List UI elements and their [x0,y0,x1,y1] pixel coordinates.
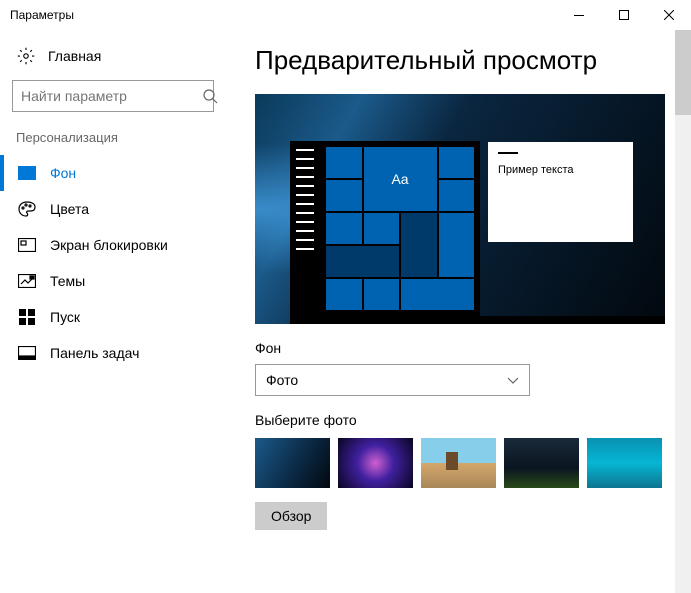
nav-label: Цвета [50,201,89,217]
sidebar-item-colors[interactable]: Цвета [0,191,240,227]
browse-button[interactable]: Обзор [255,502,327,530]
photo-thumbnails [255,438,671,488]
desktop-preview: Aa Пример текста [255,94,665,324]
maximize-icon [619,10,629,20]
search-input[interactable] [21,88,202,104]
taskbar-preview [290,316,665,324]
photo-thumbnail[interactable] [504,438,579,488]
minimize-icon [574,15,584,16]
scrollbar[interactable] [675,30,691,593]
start-icon [18,309,36,325]
sample-tile: Aa [364,147,437,211]
themes-icon [18,273,36,289]
nav-label: Экран блокировки [50,237,168,253]
search-icon [202,88,218,104]
start-menu-preview: Aa [290,141,480,316]
maximize-button[interactable] [601,0,646,30]
window-title: Параметры [10,8,556,22]
photo-thumbnail[interactable] [421,438,496,488]
sidebar: Главная Персонализация Фон Цвета [0,30,240,593]
nav-label: Пуск [50,309,80,325]
search-box[interactable] [12,80,214,112]
photo-thumbnail[interactable] [255,438,330,488]
scrollbar-thumb[interactable] [675,30,691,115]
home-label: Главная [48,48,101,64]
nav-label: Фон [50,165,76,181]
background-select[interactable]: Фото [255,364,530,396]
sidebar-item-themes[interactable]: Темы [0,263,240,299]
picture-icon [18,165,36,181]
minimize-button[interactable] [556,0,601,30]
photo-thumbnail[interactable] [338,438,413,488]
select-value: Фото [266,372,298,388]
lockscreen-icon [18,237,36,253]
category-label: Персонализация [12,130,240,145]
gear-icon [16,46,36,66]
home-nav[interactable]: Главная [12,40,240,72]
background-label: Фон [255,340,671,356]
photo-thumbnail[interactable] [587,438,662,488]
chevron-down-icon [507,372,519,388]
nav-label: Панель задач [50,345,139,361]
sidebar-item-taskbar[interactable]: Панель задач [0,335,240,371]
sidebar-item-lockscreen[interactable]: Экран блокировки [0,227,240,263]
sample-text: Пример текста [498,164,574,176]
nav-label: Темы [50,273,85,289]
page-title: Предварительный просмотр [255,45,671,76]
sample-window: Пример текста [488,142,633,242]
choose-photo-label: Выберите фото [255,412,671,428]
close-button[interactable] [646,0,691,30]
close-icon [664,10,674,20]
titlebar: Параметры [0,0,691,30]
sidebar-item-background[interactable]: Фон [0,155,240,191]
sidebar-item-start[interactable]: Пуск [0,299,240,335]
palette-icon [18,201,36,217]
taskbar-icon [18,345,36,361]
main-content: Предварительный просмотр Aa [240,30,691,593]
